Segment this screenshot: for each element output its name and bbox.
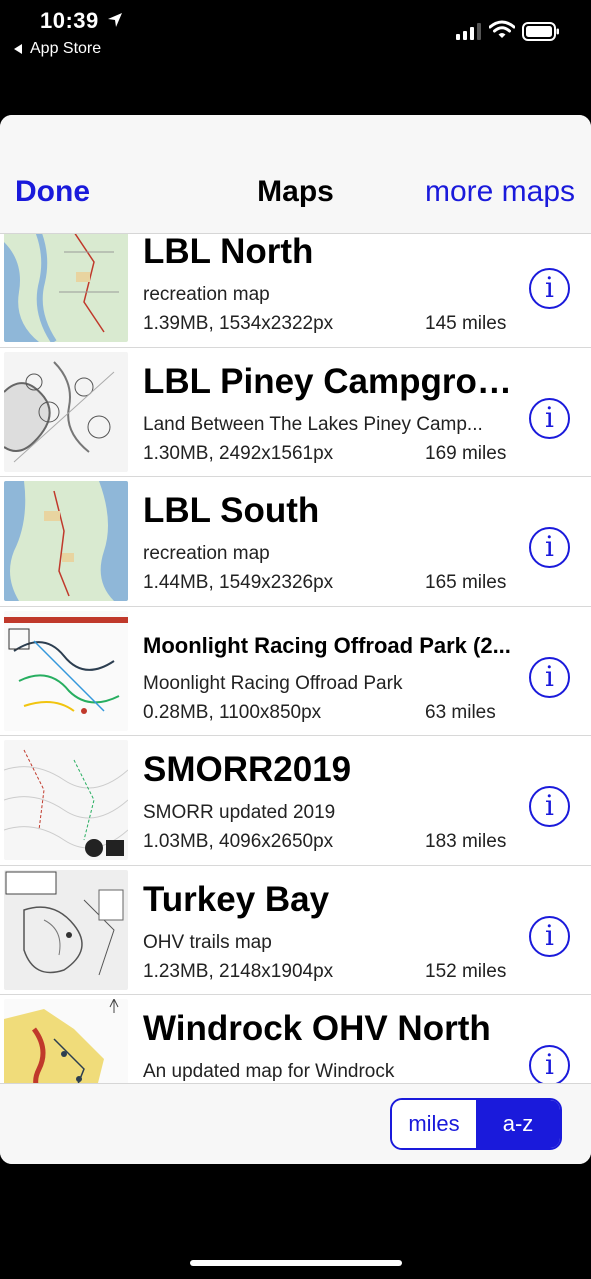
map-title: SMORR2019	[143, 750, 352, 789]
bottom-toolbar: miles a-z	[0, 1083, 591, 1164]
location-arrow-icon	[108, 13, 122, 27]
more-maps-button[interactable]: more maps	[425, 175, 575, 209]
info-icon[interactable]: i	[529, 397, 570, 439]
status-bar: 10:39 App Store	[0, 0, 591, 70]
lake-map-thumbnail	[4, 234, 128, 342]
trail-map-thumbnail	[4, 610, 128, 731]
map-title: Moonlight Racing Offroad Park (2...	[143, 632, 511, 658]
map-list-item[interactable]: LBL South recreation map 1.44MB, 1549x23…	[0, 477, 591, 607]
map-title: LBL North	[143, 234, 314, 271]
map-list-item[interactable]: Windrock OHV North An updated map for Wi…	[0, 995, 591, 1083]
info-icon[interactable]: i	[529, 1045, 570, 1083]
sort-segmented-control[interactable]: miles a-z	[390, 1098, 562, 1150]
wifi-icon	[489, 20, 515, 38]
map-title: Windrock OHV North	[143, 1009, 491, 1048]
status-time: 10:39	[40, 8, 99, 33]
map-distance: 152 miles	[425, 960, 507, 982]
campground-map-thumbnail	[4, 351, 128, 472]
done-button[interactable]: Done	[15, 175, 90, 209]
maps-sheet: Maps Done more maps LBL North recreation…	[0, 115, 591, 1164]
map-subtitle: Moonlight Racing Offroad Park	[143, 672, 403, 694]
map-subtitle: recreation map	[143, 284, 270, 305]
sort-by-miles-button[interactable]: miles	[392, 1100, 476, 1148]
map-distance: 145 miles	[425, 313, 507, 334]
info-icon[interactable]: i	[529, 268, 570, 309]
map-subtitle: SMORR updated 2019	[143, 802, 336, 823]
battery-icon	[522, 22, 559, 41]
map-list-item[interactable]: LBL Piney Campground Land Between The La…	[0, 348, 591, 477]
map-list-item[interactable]: Turkey Bay OHV trails map 1.23MB, 2148x1…	[0, 866, 591, 995]
map-file-info: 1.44MB, 1549x2326px	[143, 572, 334, 593]
map-subtitle: OHV trails map	[143, 931, 272, 953]
maps-list[interactable]: LBL North recreation map 1.39MB, 1534x23…	[0, 234, 591, 1083]
back-app-label: App Store	[30, 40, 102, 57]
ohv-trail-map-thumbnail	[4, 869, 128, 990]
map-distance: 63 miles	[425, 701, 496, 723]
sort-by-az-button[interactable]: a-z	[476, 1100, 560, 1148]
map-subtitle: recreation map	[143, 543, 270, 564]
map-file-info: 1.03MB, 4096x2650px	[143, 831, 334, 852]
map-subtitle: An updated map for Windrock	[143, 1061, 395, 1082]
back-to-app-store[interactable]: App Store	[14, 40, 101, 58]
info-icon[interactable]: i	[529, 527, 570, 568]
map-list-item[interactable]: LBL North recreation map 1.39MB, 1534x23…	[0, 234, 591, 348]
windrock-map-thumbnail	[4, 999, 128, 1083]
info-icon[interactable]: i	[529, 786, 570, 827]
info-icon[interactable]: i	[529, 915, 570, 957]
map-list-item[interactable]: SMORR2019 SMORR updated 2019 1.03MB, 409…	[0, 736, 591, 866]
map-distance: 183 miles	[425, 831, 507, 852]
lake-map-thumbnail	[4, 481, 128, 601]
map-title: Turkey Bay	[143, 879, 330, 919]
map-title: LBL South	[143, 491, 320, 530]
map-file-info: 0.28MB, 1100x850px	[143, 701, 322, 723]
map-title: LBL Piney Campground	[143, 361, 523, 401]
info-icon[interactable]: i	[529, 656, 570, 698]
back-triangle-icon	[14, 44, 22, 54]
map-distance: 165 miles	[425, 572, 507, 593]
map-list-item[interactable]: Moonlight Racing Offroad Park (2... Moon…	[0, 607, 591, 736]
home-indicator[interactable]	[190, 1260, 402, 1266]
map-file-info: 1.30MB, 2492x1561px	[143, 442, 334, 464]
navigation-bar: Maps Done more maps	[0, 115, 591, 234]
map-subtitle: Land Between The Lakes Piney Camp...	[143, 413, 483, 435]
map-file-info: 1.23MB, 2148x1904px	[143, 960, 334, 982]
map-distance: 169 miles	[425, 442, 507, 464]
topo-map-thumbnail	[4, 740, 128, 860]
cellular-signal-icon	[456, 22, 481, 40]
map-file-info: 1.39MB, 1534x2322px	[143, 313, 334, 334]
